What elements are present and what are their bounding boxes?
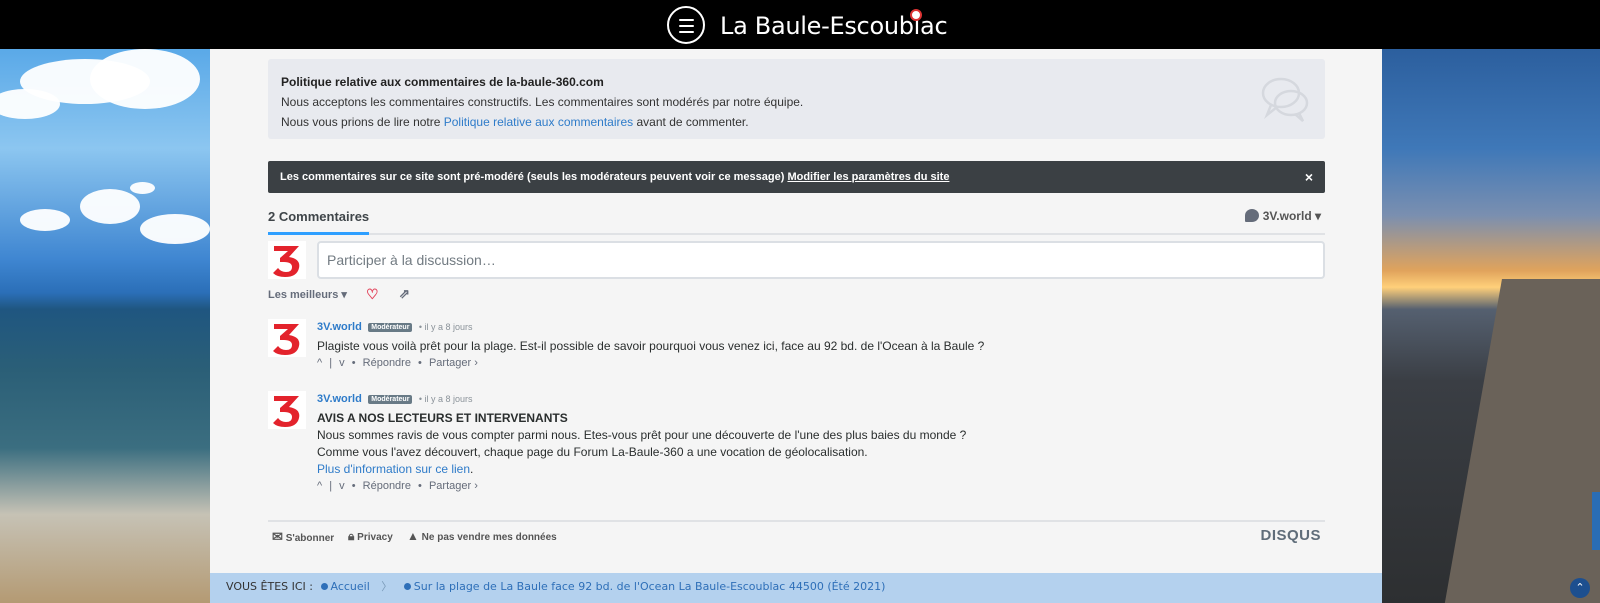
privacy-link[interactable]: 🔒︎ Privacy [348,529,393,544]
menu-icon[interactable] [667,6,705,44]
disqus-logo[interactable]: DISQUS [1260,527,1321,544]
home-icon [320,583,328,590]
moderator-badge: Modérateur [368,323,413,332]
reply-button[interactable]: Répondre [363,480,411,492]
comment-meta: 3V.world Modérateur • il y a 8 jours [317,389,966,407]
background-photo-right [1382,49,1600,603]
downvote-icon[interactable]: v [339,357,345,369]
location-dot-icon [403,583,411,590]
comment-heading: AVIS A NOS LECTEURS ET INTERVENANTS [317,411,568,425]
comment-text: Plagiste vous voilà prêt pour la plage. … [317,339,985,353]
dot-separator: • [351,480,356,492]
chevron-right-icon: 〉 [381,580,393,593]
comment-meta: 3V.world Modérateur • il y a 8 jours [317,317,984,335]
comment-item: 3V.world Modérateur • il y a 8 jours AVI… [268,389,1325,499]
reply-button[interactable]: Répondre [363,357,411,369]
tab-comments-count[interactable]: 2 Commentaires [268,209,370,235]
discussion-input[interactable]: Participer à la discussion… [317,241,1325,279]
lock-icon: 🔒︎ [348,529,355,543]
comment-item: 3V.world Modérateur • il y a 8 jours Pla… [268,317,1325,377]
vote-separator: | [329,357,333,369]
chat-bubbles-icon [1261,77,1309,122]
breadcrumb-prefix: VOUS ÊTES ICI : [226,580,313,593]
envelope-icon: ✉ [272,529,283,544]
user-bubble-icon [1244,209,1259,222]
share-icon[interactable]: ⇗ [399,286,410,302]
premoderation-alert: Les commentaires sur ce site sont pré-mo… [268,161,1325,193]
comment-author[interactable]: 3V.world [317,393,362,405]
comments-footer: ✉ S'abonner 🔒︎ Privacy ▲ Ne pas vendre m… [268,520,1325,550]
user-menu[interactable]: 3V.world ▾ [1244,209,1321,223]
policy-line-1: Nous acceptons les commentaires construc… [281,95,804,109]
comments-panel: Politique relative aux commentaires de l… [210,49,1382,573]
breadcrumb-current[interactable]: Sur la plage de La Baule face 92 bd. de … [414,580,886,593]
notification-badge-icon [910,9,922,21]
top-bar: La Baule-Escoublac [0,0,1600,49]
comment-actions: ^ | v • Répondre • Partager › [317,480,966,492]
comment-body: Plagiste vous voilà prêt pour la plage. … [317,338,984,355]
site-settings-link[interactable]: Modifier les paramètres du site [787,171,949,183]
share-button[interactable]: Partager › [429,480,478,492]
upvote-icon[interactable]: ^ [317,357,322,369]
comment-text: Nous sommes ravis de vous compter parmi … [317,428,967,442]
privacy-label: Privacy [357,532,393,543]
upvote-icon[interactable]: ^ [317,480,322,492]
avatar[interactable] [268,319,306,357]
subscribe-link[interactable]: ✉ S'abonner [272,529,334,545]
user-menu-label: 3V.world ▾ [1262,209,1321,223]
close-icon[interactable]: × [1305,161,1313,193]
comment-actions: ^ | v • Répondre • Partager › [317,357,984,369]
comment-link-line: Plus d'information sur ce lien. [317,462,474,476]
heart-icon[interactable]: ♡ [366,286,379,303]
warning-icon: ▲ [407,529,419,543]
more-info-link[interactable]: Plus d'information sur ce lien [317,462,470,476]
do-not-sell-link[interactable]: ▲ Ne pas vendre mes données [407,529,557,543]
moderator-badge: Modérateur [368,395,413,404]
comment-body: AVIS A NOS LECTEURS ET INTERVENANTS Nous… [317,410,966,478]
breadcrumb-home[interactable]: Accueil [331,580,370,593]
vote-separator: | [329,480,333,492]
policy-text-after: avant de commenter. [633,115,749,129]
sort-dropdown[interactable]: Les meilleurs ▾ [268,288,347,301]
share-button[interactable]: Partager › [429,357,478,369]
comment-time[interactable]: • il y a 8 jours [419,322,473,332]
comment-policy-box: Politique relative aux commentaires de l… [268,59,1325,139]
avatar[interactable] [268,391,306,429]
comment-author[interactable]: 3V.world [317,321,362,333]
avatar[interactable] [268,241,306,279]
policy-text: Nous vous prions de lire notre [281,115,444,129]
do-not-sell-label: Ne pas vendre mes données [421,532,557,543]
alert-text: Les commentaires sur ce site sont pré-mo… [280,171,788,183]
comment-time[interactable]: • il y a 8 jours [419,394,473,404]
subscribe-label: S'abonner [285,533,335,544]
breadcrumb: VOUS ÊTES ICI : Accueil 〉 Sur la plage d… [210,573,1382,603]
background-photo-left [0,49,210,603]
back-to-top-icon[interactable]: ⌃ [1570,578,1590,598]
policy-link[interactable]: Politique relative aux commentaires [444,115,633,129]
dot-separator: • [351,357,356,369]
dot-separator: • [418,480,422,492]
policy-line-2: Nous vous prions de lire notre Politique… [281,112,1312,132]
side-tab-handle[interactable] [1592,492,1600,550]
policy-title: Politique relative aux commentaires de l… [281,75,604,89]
comment-text: Comme vous l'avez découvert, chaque page… [317,445,868,459]
comments-tabs: 2 Commentaires 3V.world ▾ [268,207,1325,235]
dot-separator: • [418,357,422,369]
downvote-icon[interactable]: v [339,480,345,492]
